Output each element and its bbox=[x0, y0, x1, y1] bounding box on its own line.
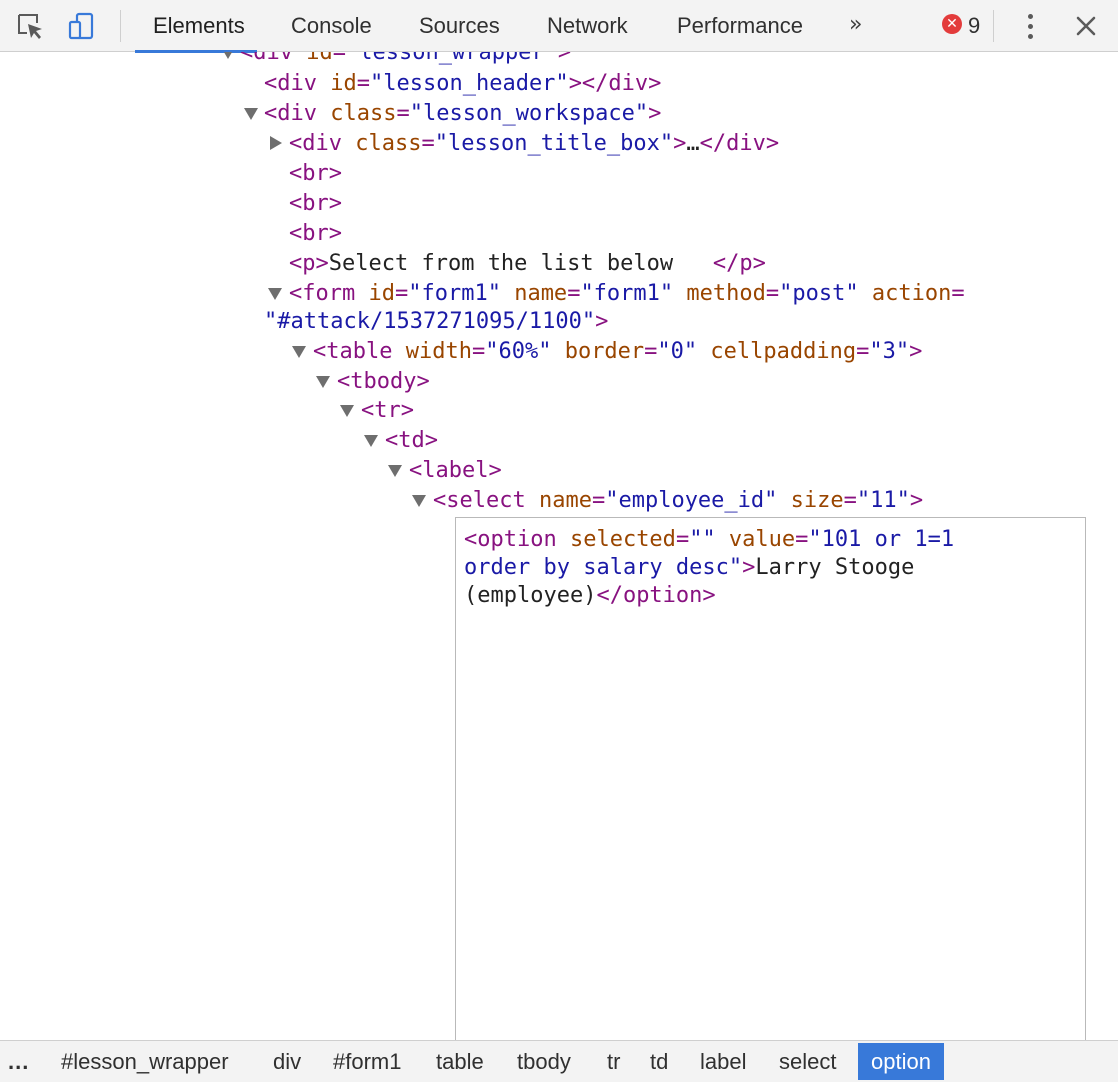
breadcrumb-item[interactable]: #lesson_wrapper bbox=[61, 1043, 229, 1080]
collapse-triangle-icon[interactable] bbox=[364, 435, 378, 447]
collapse-triangle-icon[interactable] bbox=[244, 108, 258, 120]
breadcrumb-item[interactable]: select bbox=[779, 1043, 836, 1080]
editor-line[interactable]: order by salary desc">Larry Stooge bbox=[464, 554, 1077, 582]
tab-elements[interactable]: Elements bbox=[135, 0, 257, 53]
tab-sources[interactable]: Sources bbox=[419, 0, 500, 52]
collapse-triangle-icon[interactable] bbox=[221, 52, 235, 59]
breadcrumb-overflow[interactable]: ... bbox=[8, 1043, 29, 1080]
toolbar-divider bbox=[120, 10, 121, 42]
error-icon[interactable]: ✕ bbox=[942, 14, 962, 34]
breadcrumb-item[interactable]: td bbox=[650, 1043, 668, 1080]
tree-node-br[interactable]: <br> bbox=[289, 159, 342, 189]
expand-triangle-icon[interactable] bbox=[270, 136, 282, 150]
tree-node-lesson-title-box[interactable]: <div class="lesson_title_box">…</div> bbox=[289, 129, 779, 159]
collapse-triangle-icon[interactable] bbox=[292, 346, 306, 358]
inspect-element-icon[interactable] bbox=[14, 10, 46, 42]
device-toolbar-icon[interactable] bbox=[66, 10, 98, 42]
close-icon[interactable] bbox=[1070, 10, 1102, 42]
tab-network[interactable]: Network bbox=[547, 0, 628, 52]
collapse-triangle-icon[interactable] bbox=[316, 376, 330, 388]
tree-node-label[interactable]: <label> bbox=[409, 456, 502, 486]
tab-console[interactable]: Console bbox=[291, 0, 372, 52]
editor-line[interactable]: (employee)</option> bbox=[464, 582, 1077, 610]
tree-node-p[interactable]: <p>Select from the list below </p> bbox=[289, 249, 766, 279]
breadcrumb-item-selected[interactable]: option bbox=[858, 1043, 944, 1080]
tree-node-form[interactable]: <form id="form1" name="form1" method="po… bbox=[289, 279, 965, 309]
breadcrumb-item[interactable]: div bbox=[273, 1043, 301, 1080]
tree-node-tr[interactable]: <tr> bbox=[361, 396, 414, 426]
tree-node-table[interactable]: <table width="60%" border="0" cellpaddin… bbox=[313, 337, 922, 367]
tab-performance[interactable]: Performance bbox=[677, 0, 803, 52]
tree-node-td[interactable]: <td> bbox=[385, 426, 438, 456]
toolbar-divider bbox=[993, 10, 994, 42]
collapse-triangle-icon[interactable] bbox=[268, 288, 282, 300]
tree-node-select[interactable]: <select name="employee_id" size="11"> bbox=[433, 486, 923, 516]
collapse-triangle-icon[interactable] bbox=[388, 465, 402, 477]
editor-line[interactable]: <option selected="" value="101 or 1=1 bbox=[464, 526, 1077, 554]
edit-as-html-editor[interactable]: <option selected="" value="101 or 1=1 or… bbox=[455, 517, 1086, 1057]
tree-node-lesson-header[interactable]: <div id="lesson_header"></div> bbox=[264, 69, 661, 99]
breadcrumb-item[interactable]: table bbox=[436, 1043, 484, 1080]
tree-node-br[interactable]: <br> bbox=[289, 219, 342, 249]
collapse-triangle-icon[interactable] bbox=[340, 405, 354, 417]
error-count[interactable]: 9 bbox=[968, 0, 980, 52]
breadcrumb-item[interactable]: tr bbox=[607, 1043, 620, 1080]
breadcrumb-item[interactable]: #form1 bbox=[333, 1043, 401, 1080]
tree-node-tbody[interactable]: <tbody> bbox=[337, 367, 430, 397]
breadcrumb: ... #lesson_wrapper div #form1 table tbo… bbox=[0, 1040, 1118, 1082]
more-options-icon[interactable] bbox=[1018, 10, 1042, 42]
more-tabs-button[interactable]: » bbox=[849, 0, 862, 52]
breadcrumb-item[interactable]: tbody bbox=[517, 1043, 571, 1080]
breadcrumb-item[interactable]: label bbox=[700, 1043, 746, 1080]
tree-node-form-action-value[interactable]: "#attack/1537271095/1100"> bbox=[264, 307, 608, 337]
devtools-toolbar: Elements Console Sources Network Perform… bbox=[0, 0, 1118, 53]
tree-node-lesson-workspace[interactable]: <div class="lesson_workspace"> bbox=[264, 99, 661, 129]
tree-node-br[interactable]: <br> bbox=[289, 189, 342, 219]
tree-node-lesson-wrapper[interactable]: <div id="lesson_wrapper"> bbox=[240, 52, 571, 68]
collapse-triangle-icon[interactable] bbox=[412, 495, 426, 507]
